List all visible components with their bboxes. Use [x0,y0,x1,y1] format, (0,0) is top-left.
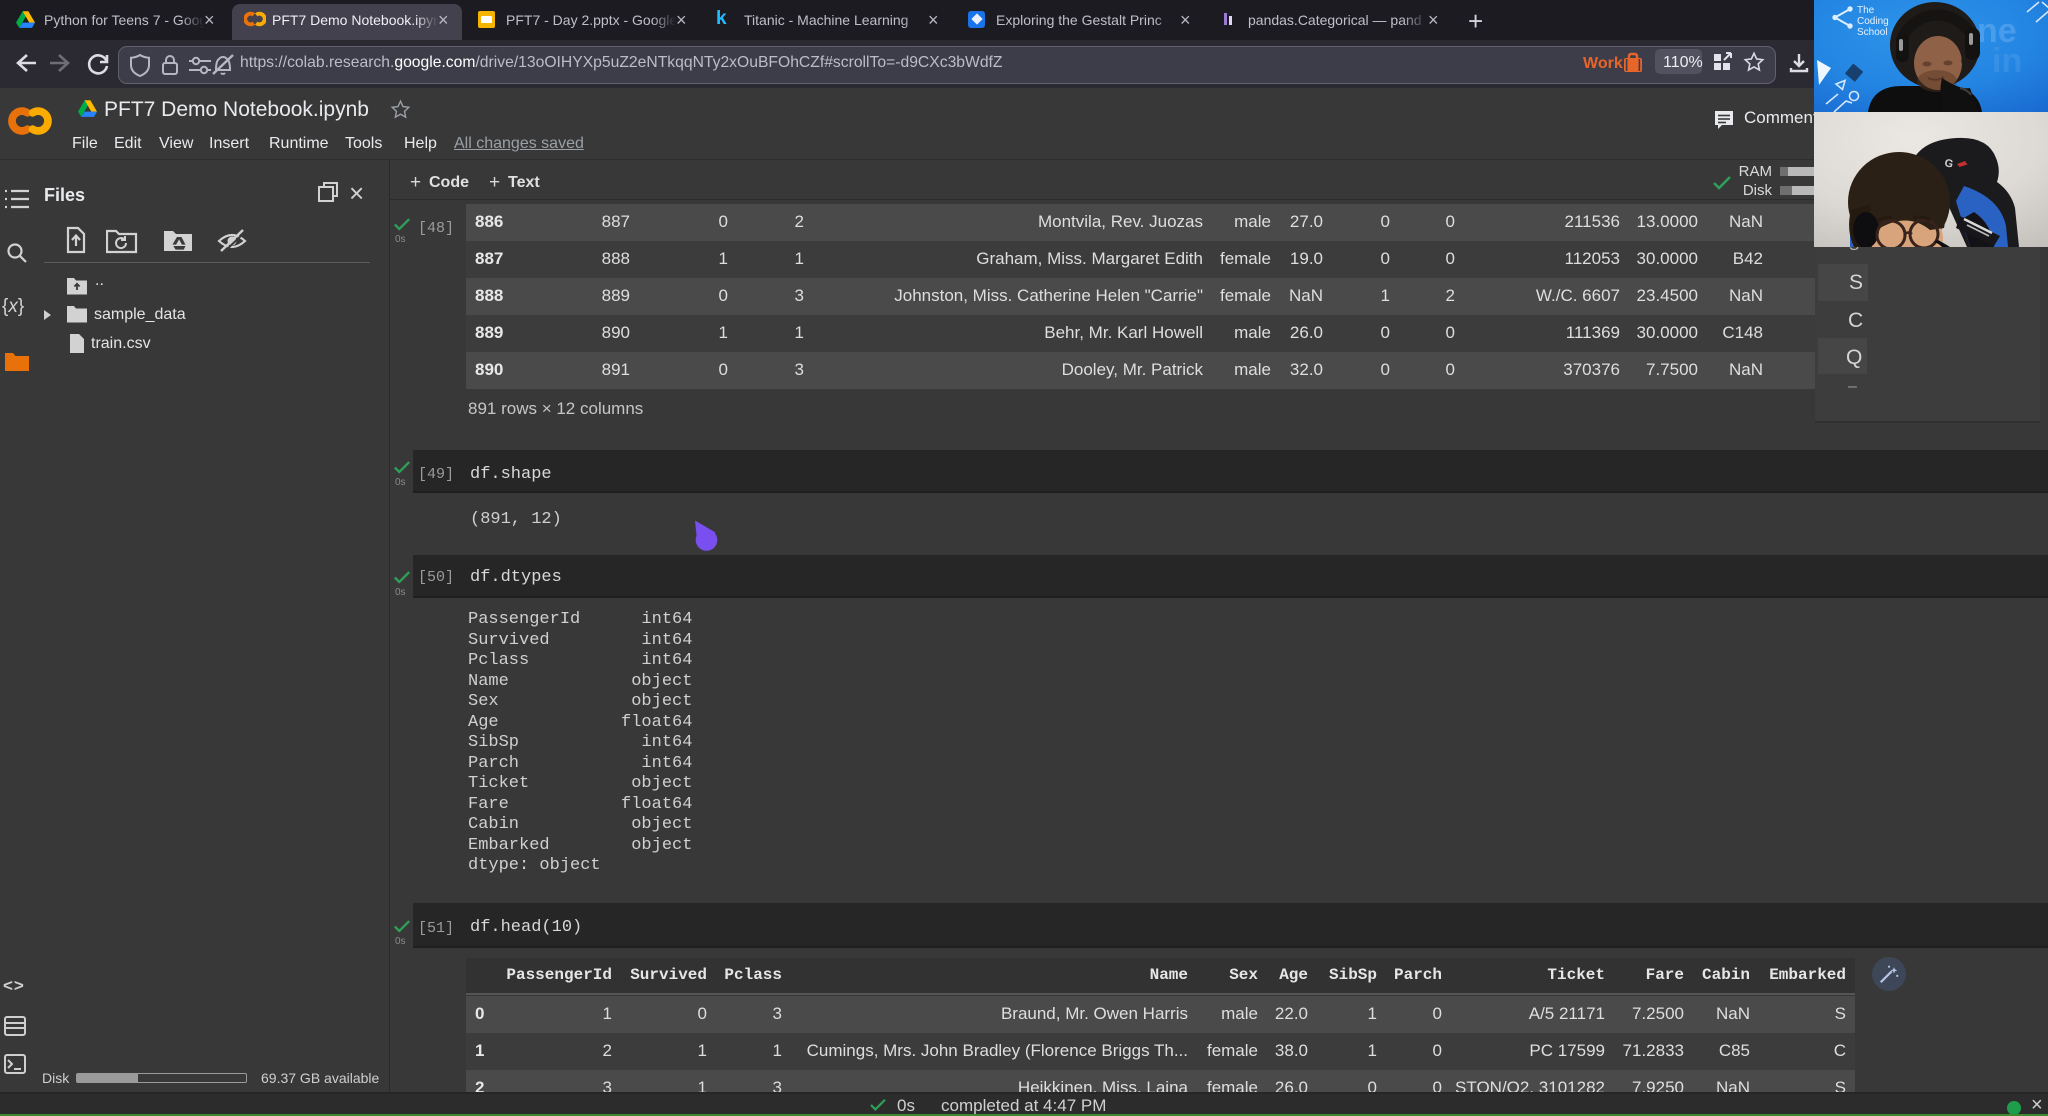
svg-text:Coding: Coding [1857,16,1889,27]
svg-text:in: in [1992,42,2022,80]
svg-text:The: The [1857,5,1875,16]
svg-text:School: School [1857,27,1888,38]
